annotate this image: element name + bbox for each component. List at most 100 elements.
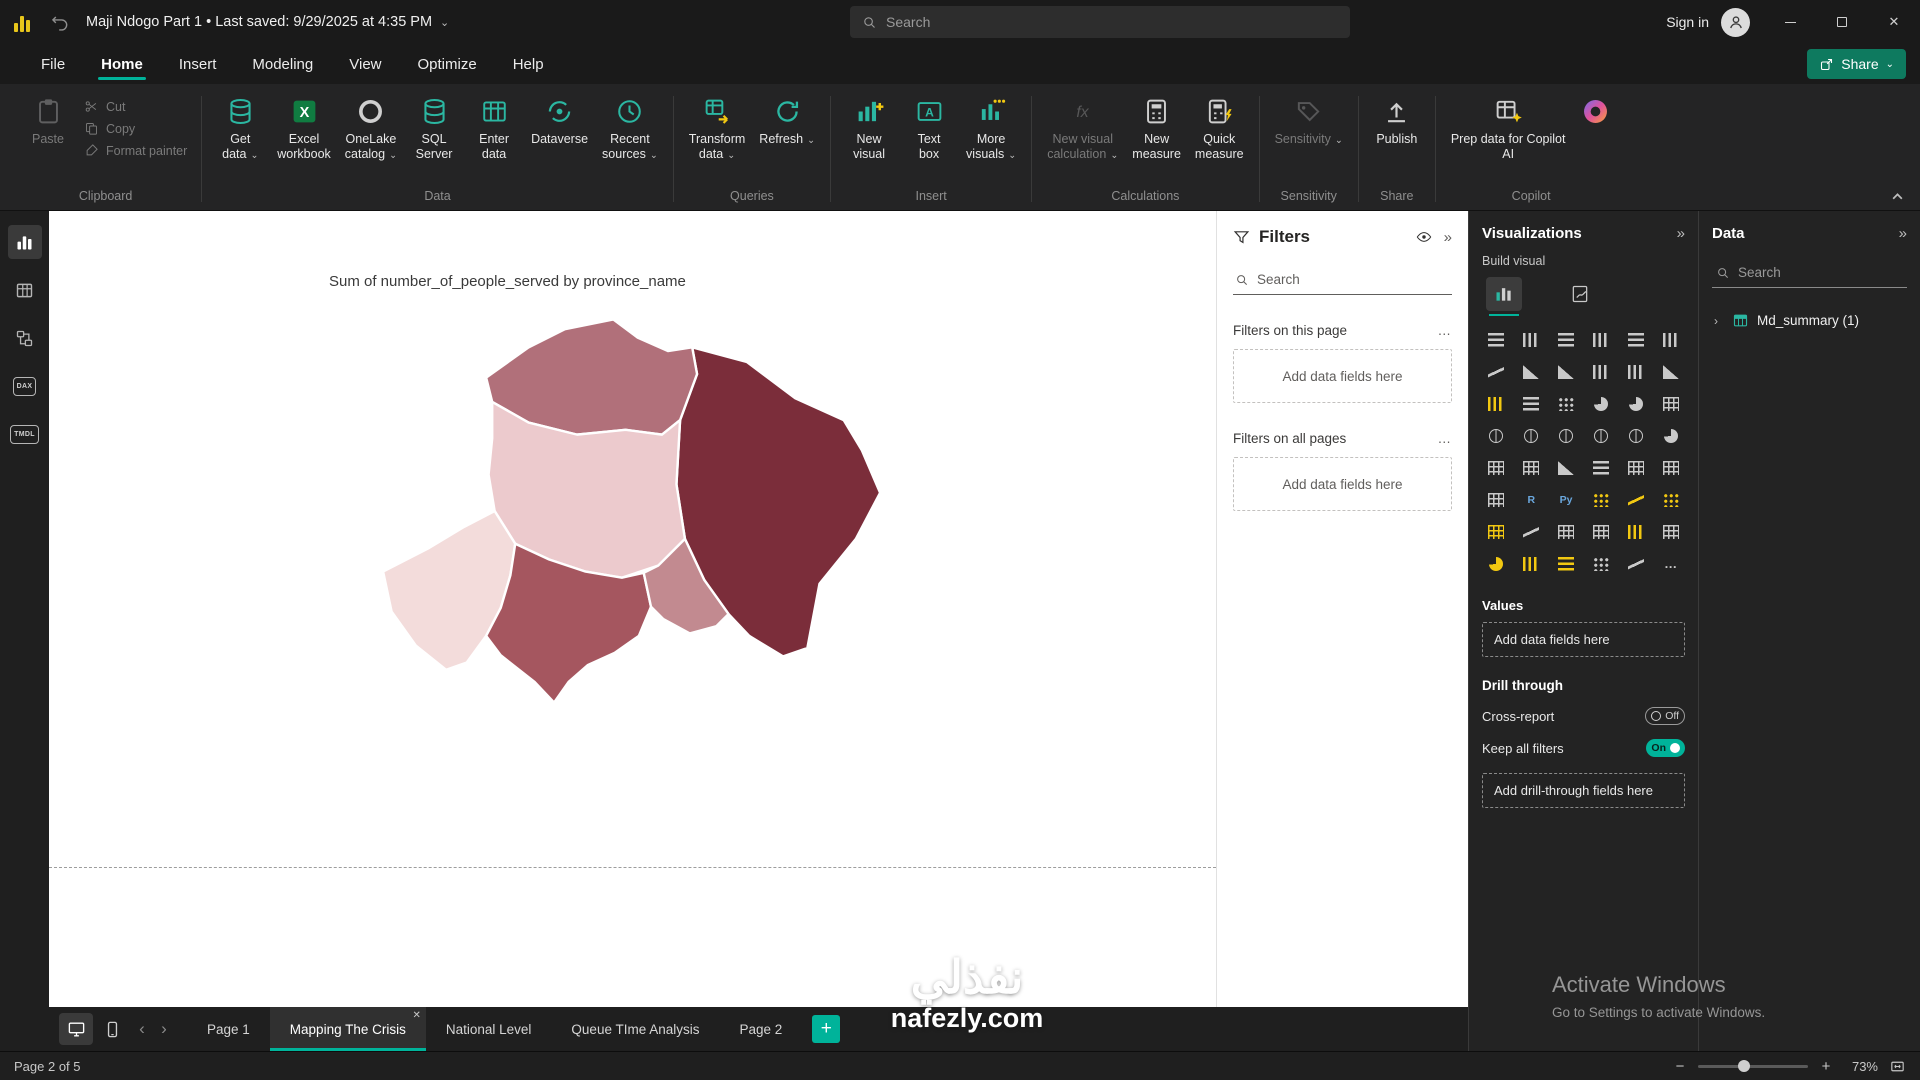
visual-stacked-column-chart-icon[interactable] [1517, 327, 1546, 352]
visual-button-slicer-icon[interactable] [1621, 455, 1650, 480]
visual-line-chart-icon[interactable] [1482, 359, 1511, 384]
visual-map-icon[interactable] [1482, 423, 1511, 448]
visual-100-stacked-column-chart-icon[interactable] [1656, 327, 1685, 352]
sensitivity-button[interactable]: Sensitivity⌄ [1268, 90, 1350, 149]
copilot-button[interactable] [1572, 90, 1618, 128]
enter-data-button[interactable]: Enter data [464, 90, 524, 165]
tmdl-view-button[interactable]: TMDL [8, 417, 42, 451]
next-page-arrow[interactable]: › [153, 1019, 175, 1039]
visual-decomposition-tree-icon[interactable] [1621, 487, 1650, 512]
recent-sources-button[interactable]: Recent sources⌄ [595, 90, 665, 165]
zoom-slider[interactable] [1698, 1065, 1808, 1068]
menu-item-help[interactable]: Help [512, 47, 545, 82]
copy-button[interactable]: Copy [78, 119, 193, 138]
cross-report-toggle[interactable]: Off [1645, 707, 1685, 725]
expand-icon[interactable]: › [1714, 314, 1724, 328]
collapse-visualizations-icon[interactable]: » [1677, 225, 1685, 242]
filters-all-dropzone[interactable]: Add data fields here [1233, 457, 1452, 511]
global-search[interactable] [850, 6, 1350, 38]
visual-clustered-bar-chart-icon[interactable] [1552, 327, 1581, 352]
transform-data-button[interactable]: Transform data⌄ [682, 90, 753, 165]
collapse-ribbon-icon[interactable] [1891, 191, 1904, 201]
filters-search-input[interactable] [1257, 272, 1450, 287]
visual-funnel-chart-icon[interactable] [1517, 391, 1546, 416]
sql-server-button[interactable]: SQL Server [404, 90, 464, 165]
cut-button[interactable]: Cut [78, 97, 193, 116]
new-visual-calculation-button[interactable]: New visual calculation⌄ [1040, 90, 1125, 165]
table-view-button[interactable] [8, 273, 42, 307]
quick-measure-button[interactable]: Quick measure [1188, 90, 1251, 165]
visual-pie-chart-icon[interactable] [1587, 391, 1616, 416]
report-canvas[interactable]: Sum of number_of_people_served by provin… [49, 211, 1216, 1007]
menu-item-insert[interactable]: Insert [178, 47, 218, 82]
document-title[interactable]: Maji Ndogo Part 1 • Last saved: 9/29/202… [86, 14, 449, 30]
visual-shape-map-icon[interactable] [1552, 423, 1581, 448]
visual-donut-chart-icon[interactable] [1621, 391, 1650, 416]
build-visual-tab[interactable] [1486, 277, 1522, 311]
zoom-out-button[interactable]: − [1673, 1058, 1687, 1075]
visual-paginated-report-icon[interactable] [1552, 519, 1581, 544]
undo-icon[interactable] [50, 12, 70, 32]
visual-r-script-visual-icon[interactable]: R [1517, 487, 1546, 512]
visual-custom-visual-3-icon[interactable] [1517, 551, 1546, 576]
excel-workbook-button[interactable]: Excel workbook [270, 90, 338, 165]
collapse-data-pane-icon[interactable]: » [1899, 225, 1907, 242]
more-options-icon[interactable]: … [1438, 431, 1453, 446]
visual-custom-visual-1-icon[interactable] [1656, 519, 1685, 544]
visual-clustered-column-chart-icon[interactable] [1587, 327, 1616, 352]
visual-card-icon[interactable] [1482, 455, 1511, 480]
zoom-in-button[interactable]: + [1819, 1058, 1833, 1075]
data-table-item[interactable]: › Md_summary (1) [1712, 308, 1907, 333]
collapse-filters-icon[interactable]: » [1444, 229, 1452, 246]
share-button[interactable]: Share ⌄ [1807, 49, 1906, 79]
visual-line-and-stacked-column-chart-icon[interactable] [1587, 359, 1616, 384]
filled-map-visual[interactable] [376, 311, 886, 711]
visual-multi-row-card-icon[interactable] [1517, 455, 1546, 480]
avatar[interactable] [1721, 8, 1750, 37]
eye-icon[interactable] [1416, 229, 1432, 245]
mobile-view-button[interactable] [95, 1013, 129, 1045]
page-tab-page-1[interactable]: Page 1 [187, 1007, 270, 1051]
minimize-button[interactable] [1764, 0, 1816, 44]
visual-azure-map-icon[interactable] [1587, 423, 1616, 448]
visual-power-automate-icon[interactable] [1621, 519, 1650, 544]
prep-data-for-copilot-ai-button[interactable]: Prep data for Copilot AI [1444, 90, 1573, 165]
visual-custom-visual-6-icon[interactable] [1621, 551, 1650, 576]
new-measure-button[interactable]: New measure [1125, 90, 1188, 165]
visual-arcgis-map-icon[interactable] [1621, 423, 1650, 448]
filters-search[interactable] [1233, 265, 1452, 295]
search-input[interactable] [886, 14, 1338, 30]
format-visual-tab[interactable] [1562, 277, 1598, 311]
drill-through-dropzone[interactable]: Add drill-through fields here [1482, 773, 1685, 808]
visual-scatter-chart-icon[interactable] [1552, 391, 1581, 416]
visual-gauge-icon[interactable] [1656, 423, 1685, 448]
more-options-icon[interactable]: … [1438, 323, 1453, 338]
model-view-button[interactable] [8, 321, 42, 355]
menu-item-file[interactable]: File [40, 47, 66, 82]
visual-metrics-icon[interactable] [1517, 519, 1546, 544]
visual-smart-narrative-icon[interactable] [1482, 519, 1511, 544]
filters-page-dropzone[interactable]: Add data fields here [1233, 349, 1452, 403]
close-tab-icon[interactable]: ✕ [412, 1010, 420, 1021]
visual-kpi-icon[interactable] [1552, 455, 1581, 480]
desktop-view-button[interactable] [59, 1013, 93, 1045]
format-painter-button[interactable]: Format painter [78, 141, 193, 160]
values-dropzone[interactable]: Add data fields here [1482, 622, 1685, 657]
dax-query-view-button[interactable]: DAX [8, 369, 42, 403]
close-button[interactable]: ✕ [1868, 0, 1920, 44]
visual-waterfall-chart-icon[interactable] [1482, 391, 1511, 416]
visual-get-more-visuals-icon[interactable]: … [1656, 551, 1685, 576]
publish-button[interactable]: Publish [1367, 90, 1427, 149]
visual-qna-icon[interactable] [1656, 487, 1685, 512]
visual-100-stacked-bar-chart-icon[interactable] [1621, 327, 1650, 352]
add-page-button[interactable]: + [812, 1015, 840, 1043]
visual-custom-visual-2-icon[interactable] [1482, 551, 1511, 576]
visual-treemap-icon[interactable] [1656, 391, 1685, 416]
menu-item-modeling[interactable]: Modeling [251, 47, 314, 82]
visual-key-influencers-icon[interactable] [1587, 487, 1616, 512]
keep-all-filters-toggle[interactable]: On [1646, 739, 1685, 757]
visual-python-visual-icon[interactable]: Py [1552, 487, 1581, 512]
page-tab-queue-time-analysis[interactable]: Queue TIme Analysis [551, 1007, 719, 1051]
visual-slicer-icon[interactable] [1587, 455, 1616, 480]
fit-to-page-icon[interactable] [1889, 1058, 1906, 1075]
